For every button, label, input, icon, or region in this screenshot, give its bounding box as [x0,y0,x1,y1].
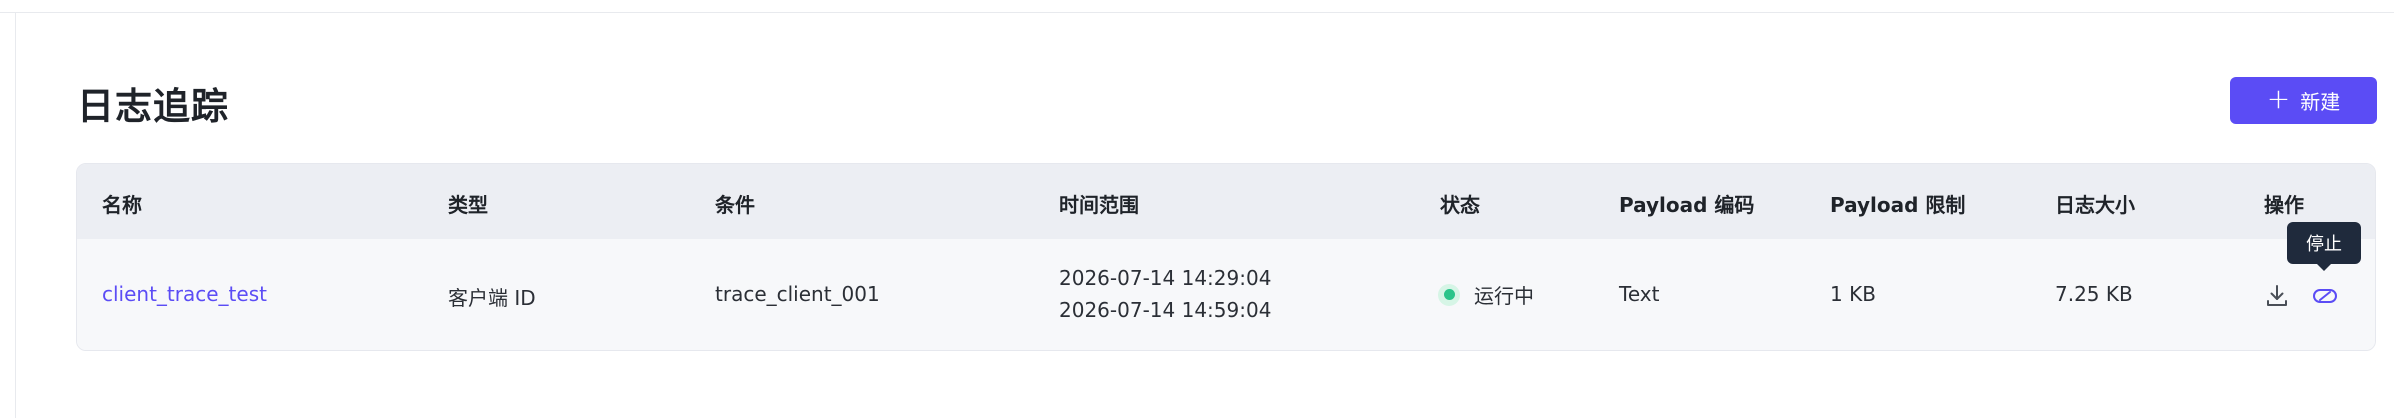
column-header-name: 名称 [102,193,142,217]
column-header-payload-encoding: Payload 编码 [1619,193,1755,217]
table-row: client_trace_test 客户端 ID trace_client_00… [77,239,2375,350]
column-header-condition: 条件 [715,193,755,217]
new-button-label: 新建 [2300,90,2341,114]
column-header-actions: 操作 [2264,193,2304,217]
status-badge: 运行中 [1438,280,1534,309]
trace-time-range: 2026-07-14 14:29:04 2026-07-14 14:59:04 [1059,262,1271,326]
payload-encoding: Text [1619,282,1660,306]
sidebar-divider [15,13,16,418]
stop-icon[interactable] [2311,282,2339,310]
download-icon[interactable] [2263,282,2291,310]
trace-name-link[interactable]: client_trace_test [102,282,267,306]
status-dot-icon [1438,283,1460,306]
trace-type: 客户端 ID [448,286,536,310]
status-label: 运行中 [1474,284,1534,308]
top-bar [0,0,2394,13]
plus-icon: + [2266,82,2291,115]
column-header-status: 状态 [1440,193,1480,217]
stop-tooltip: 停止 [2287,222,2361,271]
payload-limit: 1 KB [1830,282,1876,306]
trace-time-start: 2026-07-14 14:29:04 [1059,266,1272,290]
log-size: 7.25 KB [2055,282,2133,306]
column-header-type: 类型 [448,193,488,217]
column-header-time-range: 时间范围 [1059,193,1139,217]
trace-time-end: 2026-07-14 14:59:04 [1059,298,1272,322]
page-title: 日志追踪 [77,85,229,128]
table-header: 名称 类型 条件 时间范围 状态 Payload 编码 Payload 限制 日… [77,164,2375,239]
column-header-payload-limit: Payload 限制 [1830,193,1966,217]
column-header-log-size: 日志大小 [2055,193,2135,217]
new-button[interactable]: + 新建 [2230,77,2377,124]
log-trace-table: 名称 类型 条件 时间范围 状态 Payload 编码 Payload 限制 日… [76,163,2376,351]
trace-condition: trace_client_001 [715,282,880,306]
